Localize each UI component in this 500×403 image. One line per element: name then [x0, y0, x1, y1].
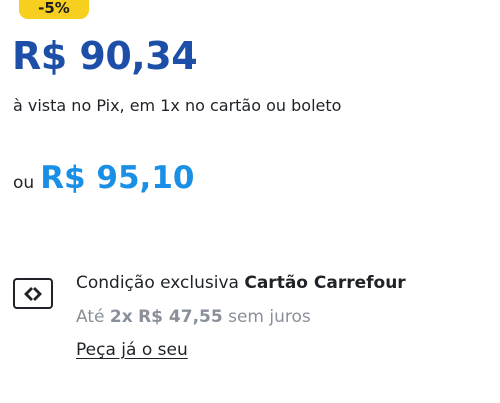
installment-info: Até 2x R$ 47,55 sem juros — [76, 307, 311, 327]
card-offer-title: Condição exclusiva Cartão Carrefour — [76, 273, 406, 293]
carrefour-card-icon — [13, 278, 53, 309]
installment-prefix: Até — [76, 307, 105, 327]
alternative-price-row: ou R$ 95,10 — [13, 160, 194, 196]
installment-suffix: sem juros — [228, 307, 311, 327]
card-offer-brand: Cartão Carrefour — [244, 273, 406, 293]
payment-methods-note: à vista no Pix, em 1x no cartão ou bolet… — [13, 96, 342, 115]
alternative-price-prefix: ou — [13, 173, 35, 193]
discount-badge: -5% — [19, 0, 89, 19]
alternative-price: R$ 95,10 — [40, 160, 195, 196]
installment-count: 2x — [109, 307, 133, 327]
installment-value: R$ 47,55 — [138, 307, 223, 327]
carrefour-logo-icon — [24, 286, 42, 301]
card-offer-title-prefix: Condição exclusiva — [76, 273, 239, 293]
request-card-link[interactable]: Peça já o seu — [76, 340, 188, 360]
pix-price: R$ 90,34 — [12, 34, 198, 78]
